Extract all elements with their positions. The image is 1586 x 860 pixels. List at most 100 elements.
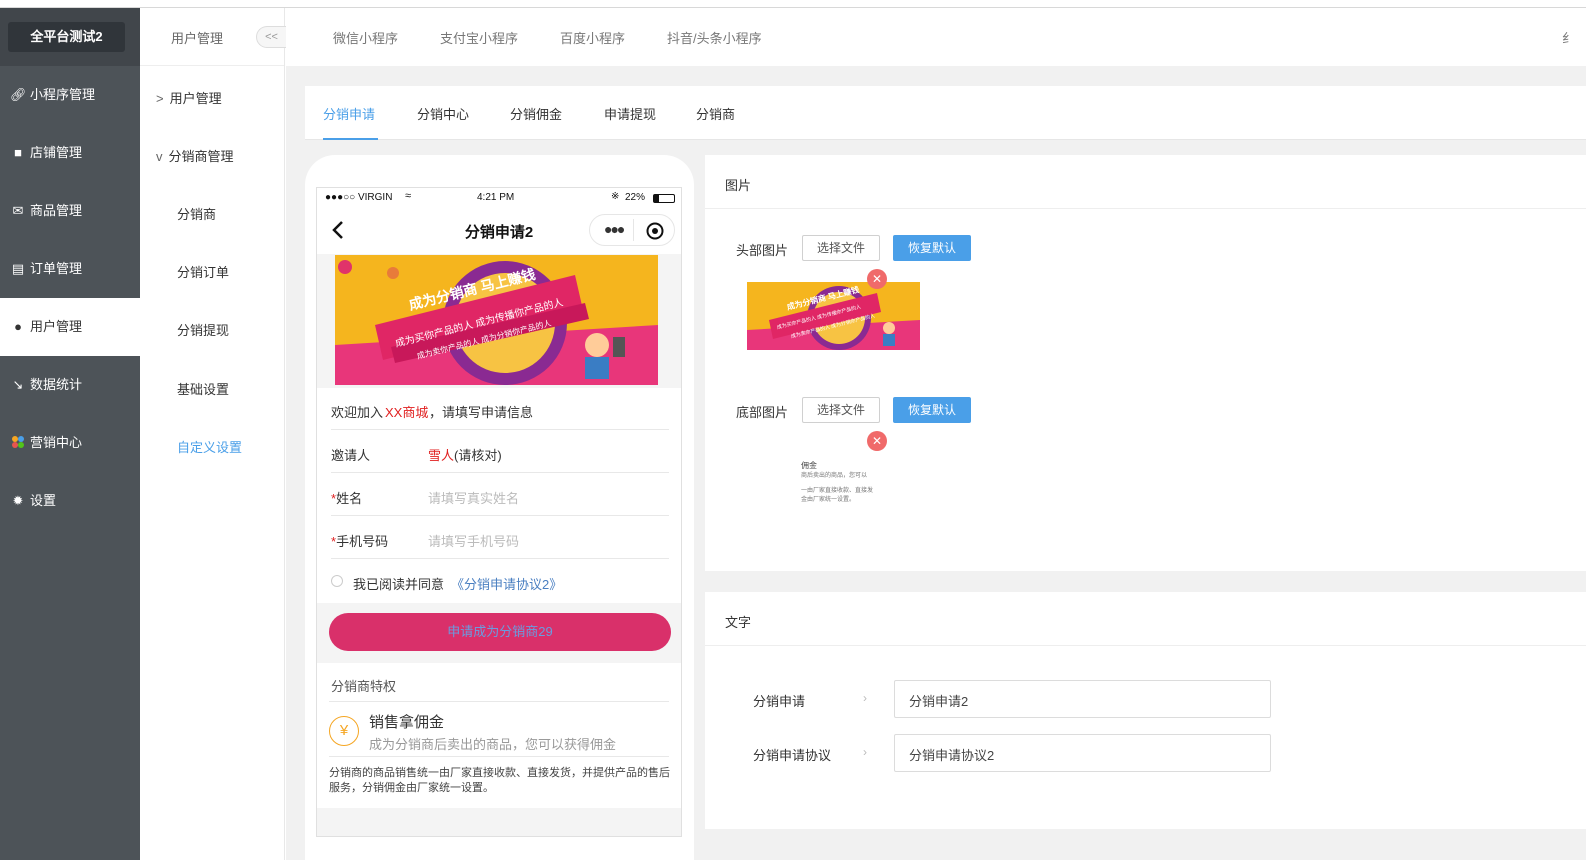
privilege-item-desc: 成为分销商后卖出的商品，您可以获得佣金 (369, 737, 617, 752)
welcome-row: 欢迎加入 XX商城 ，请填写申请信息 (331, 388, 669, 430)
footer-choose-file-button[interactable]: 选择文件 (802, 397, 880, 423)
image-settings-panel: 图片 头部图片 选择文件 恢复默认 成为分销商 马上赚钱 成为买你产品的人 成为… (705, 155, 1586, 571)
phone-row: *手机号码 请填写手机号码 (331, 517, 669, 559)
sidebar-item-stats[interactable]: ↘ 数据统计 (0, 356, 140, 414)
apply-form: 欢迎加入 XX商城 ，请填写申请信息 邀请人 雪人(请核对) *姓名 请填写真实姓名… (317, 388, 681, 603)
phone-input[interactable]: 请填写手机号码 (428, 531, 519, 550)
more-icon[interactable]: ●●● (604, 221, 625, 237)
sub-item-distributor[interactable]: 分销商 (177, 204, 216, 223)
tab-withdraw[interactable]: 申请提现 (604, 104, 656, 123)
yuan-icon: ¥ (329, 716, 359, 746)
delete-header-image-icon[interactable]: ✕ (867, 269, 887, 289)
sidebar-item-label: 小程序管理 (30, 87, 96, 102)
field-label-apply: 分销申请 (753, 694, 806, 709)
agreement-row: 我已阅读并同意 《分销申请协议2》 (331, 560, 669, 602)
phone-label: 手机号码 (336, 534, 389, 549)
user-icon: ● (14, 319, 22, 334)
inviter-note: (请核对) (454, 448, 502, 463)
footer-reset-button[interactable]: 恢复默认 (893, 397, 971, 423)
welcome-prefix: 欢迎加入 (331, 405, 384, 420)
tab-commission[interactable]: 分销佣金 (510, 104, 562, 123)
chevron-right-icon: › (863, 691, 867, 705)
sub-group-users[interactable]: > 用户管理 (156, 88, 222, 107)
privilege-title: 分销商特权 (331, 679, 397, 694)
sidebar-item-label: 商品管理 (30, 203, 83, 218)
tab-alipay[interactable]: 支付宝小程序 (440, 28, 518, 47)
delete-footer-image-icon[interactable]: ✕ (867, 431, 887, 451)
agree-radio[interactable] (331, 575, 343, 587)
divider (329, 701, 669, 702)
chevron-down-icon: v (156, 149, 163, 164)
sidebar-item-label: 数据统计 (30, 377, 83, 392)
clock-text: 4:21 PM (477, 192, 515, 203)
field-label-agreement: 分销申请协议 (753, 748, 832, 763)
battery-text: 22% (625, 192, 646, 203)
tab-wechat[interactable]: 微信小程序 (333, 28, 398, 47)
chart-icon: ↘ (12, 377, 24, 392)
battery-icon (653, 194, 675, 203)
panel-title: 文字 (705, 592, 1586, 646)
sub-item-basic-settings[interactable]: 基础设置 (177, 379, 229, 398)
store-icon: ■ (14, 145, 22, 160)
status-bar: ●●●○○ VIRGIN ≈ 4:21 PM ※ 22% (317, 188, 681, 208)
bluetooth-icon: ※ (611, 191, 620, 202)
goods-icon: ✉ (12, 203, 24, 218)
tab-center[interactable]: 分销中心 (417, 104, 469, 123)
wifi-icon: ≈ (405, 190, 412, 202)
footer-thumb-line: 佣金 (801, 461, 817, 470)
tab-apply[interactable]: 分销申请 (323, 104, 375, 123)
sub-item-withdrawals[interactable]: 分销提现 (177, 320, 229, 339)
browser-top-edge (0, 0, 1586, 8)
header-reset-button[interactable]: 恢复默认 (893, 235, 971, 261)
sidebar-item-label: 店铺管理 (30, 145, 83, 160)
sub-nav-header: 用户管理 << (140, 8, 286, 66)
inviter-row: 邀请人 雪人(请核对) (331, 431, 669, 473)
chevron-right-icon: > (156, 91, 164, 106)
name-input[interactable]: 请填写真实姓名 (428, 488, 519, 507)
sidebar-item-store[interactable]: ■ 店铺管理 (0, 124, 140, 182)
header-choose-file-button[interactable]: 选择文件 (802, 235, 880, 261)
link-icon: 🔗︎ (10, 87, 27, 102)
tab-distributors[interactable]: 分销商 (696, 104, 735, 123)
apply-title-input[interactable]: 分销申请2 (894, 680, 1271, 718)
agree-text: 我已阅读并同意 (353, 577, 445, 592)
sidebar-item-users[interactable]: ● 用户管理 (0, 298, 140, 356)
footer-image-label: 底部图片 (736, 405, 789, 420)
privilege-note: 分销商的商品销售统一由厂家直接收款、直接发货，并提供产品的售后服务，分销佣金由厂… (329, 767, 670, 794)
divider (329, 756, 669, 757)
name-label: 姓名 (336, 491, 363, 506)
agreement-link[interactable]: 《分销申请协议2》 (451, 574, 562, 593)
header-banner-image: 成为分销商 马上赚钱 成为买你产品的人 成为传播你产品的人 成为卖你产品的人 成… (335, 255, 658, 385)
capsule-menu[interactable]: ●●● (589, 214, 675, 246)
footer-thumb-line: 商后卖出的商品，您可以 (801, 473, 868, 479)
privilege-section: 分销商特权 ¥ 销售拿佣金 成为分销商后卖出的商品，您可以获得佣金 分销商的商品… (317, 663, 681, 808)
close-miniprogram-icon[interactable] (645, 221, 665, 241)
text-settings-panel: 文字 分销申请 › 分销申请2 分销申请协议 › 分销申请协议2 (705, 592, 1586, 829)
inviter-label: 邀请人 (331, 448, 371, 463)
brand-button[interactable]: 全平台测试2 (8, 22, 125, 52)
sub-group-distributor[interactable]: v 分销商管理 (156, 146, 234, 165)
sidebar-item-label: 营销中心 (30, 435, 83, 450)
welcome-suffix: ，请填写申请信息 (429, 405, 534, 420)
collapse-button[interactable]: << (256, 26, 286, 48)
sidebar-item-goods[interactable]: ✉ 商品管理 (0, 182, 140, 240)
topnav-overflow-text: 纟 (1562, 31, 1576, 46)
sidebar-item-label: 订单管理 (30, 261, 83, 276)
carrier-text: ●●●○○ VIRGIN (325, 192, 393, 203)
header-image-label: 头部图片 (736, 243, 789, 258)
footer-image-thumbnail: 佣金 商后卖出的商品，您可以 一由厂家直接收款、直接发 金由厂家统一设置。 (801, 461, 891, 523)
settings-icon: ✹ (12, 493, 24, 508)
tab-baidu[interactable]: 百度小程序 (560, 28, 625, 47)
sub-nav-title: 用户管理 (171, 31, 224, 46)
sidebar-item-settings[interactable]: ✹ 设置 (0, 472, 140, 530)
sub-item-custom-settings[interactable]: 自定义设置 (177, 437, 242, 456)
platform-tabs: 微信小程序 支付宝小程序 百度小程序 抖音/头条小程序 纟 (286, 8, 1586, 66)
sub-item-distribution-orders[interactable]: 分销订单 (177, 262, 229, 281)
phone-screen: ●●●○○ VIRGIN ≈ 4:21 PM ※ 22% 分销申请2 ●●● 成… (316, 187, 682, 837)
agreement-title-input[interactable]: 分销申请协议2 (894, 734, 1271, 772)
tab-douyin[interactable]: 抖音/头条小程序 (667, 28, 762, 47)
sidebar-item-marketing[interactable]: 营销中心 (0, 414, 140, 472)
sidebar-item-miniprogram[interactable]: 🔗︎ 小程序管理 (0, 66, 140, 124)
sidebar-item-orders[interactable]: ▤ 订单管理 (0, 240, 140, 298)
apply-button[interactable]: 申请成为分销商29 (329, 613, 671, 651)
